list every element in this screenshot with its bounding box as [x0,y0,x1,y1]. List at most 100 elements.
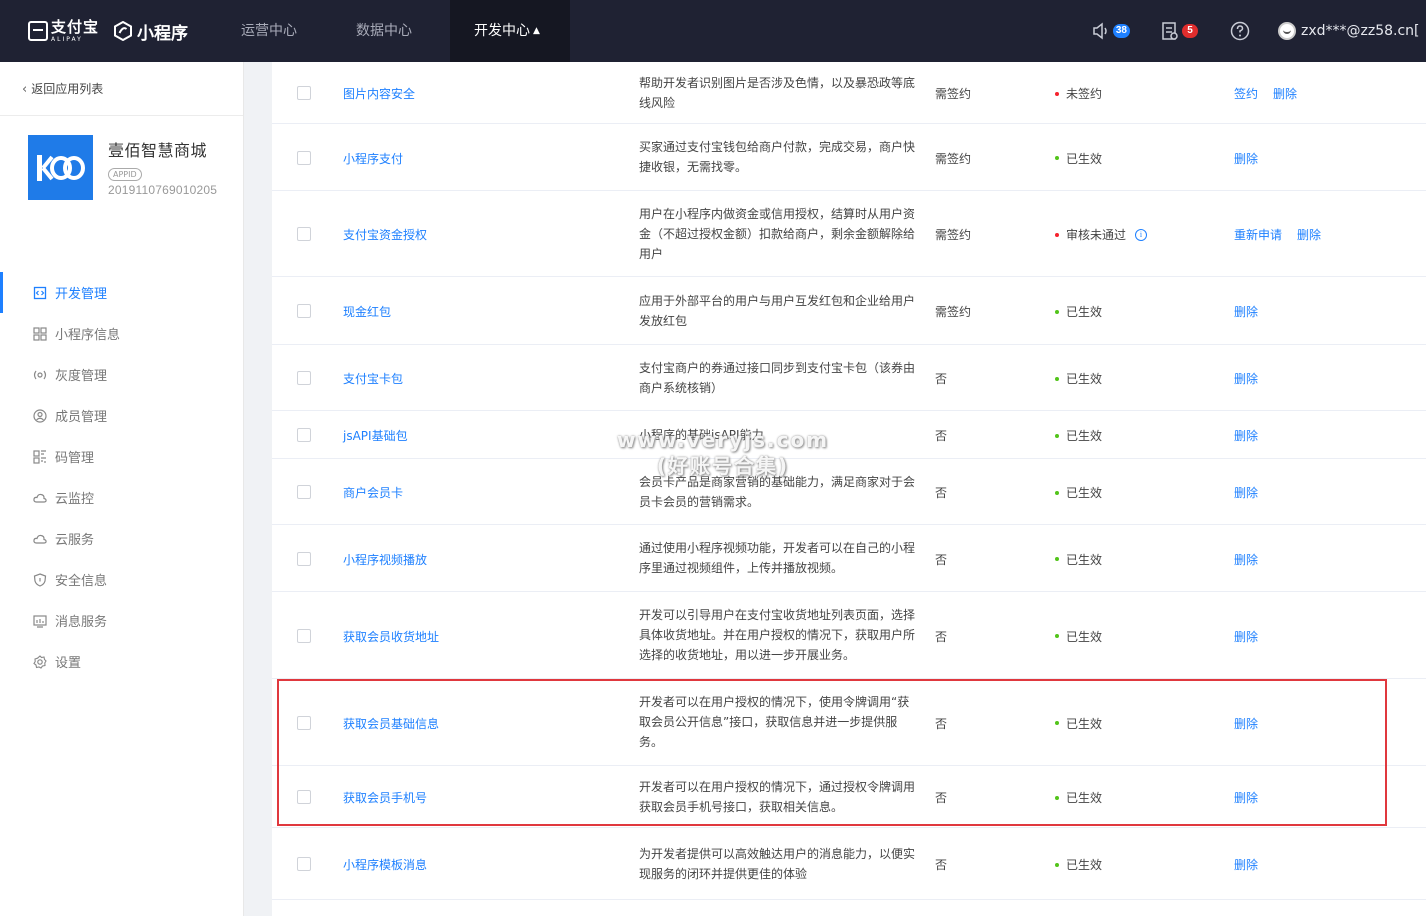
action-link[interactable]: 删除 [1234,370,1258,387]
brand[interactable]: 支付宝 ALIPAY 小程序 [0,0,222,62]
capability-name-link[interactable]: 小程序支付 [343,150,403,167]
capability-name-link[interactable]: 获取会员手机号 [343,789,427,806]
sidebar-item-label: 灰度管理 [55,369,108,384]
capability-name-link[interactable]: 获取会员基础信息 [343,715,439,732]
notifications-button[interactable]: 38 [1091,21,1130,41]
action-link[interactable]: 签约 [1234,85,1258,102]
sidebar-item-2[interactable]: 灰度管理 [0,354,243,395]
help-button[interactable] [1230,21,1250,41]
action-link[interactable]: 删除 [1234,628,1258,645]
row-checkbox[interactable] [297,150,311,165]
nav-item-2[interactable]: 开发中心 ▲ [450,0,570,62]
sidebar-item-label: 云监控 [55,492,95,507]
nav-item-label: 运营中心 [241,23,297,39]
action-link[interactable]: 删除 [1234,856,1258,873]
row-checkbox[interactable] [297,715,311,730]
document-icon [1162,22,1178,40]
capability-name-link[interactable]: 图片内容安全 [343,85,415,102]
table-row: jsAPI基础包 小程序的基础jsAPI能力 否 已生效 删除 [272,411,1426,459]
row-checkbox[interactable] [297,428,311,442]
sidebar-item-8[interactable]: 消息服务 [0,600,243,641]
contract-required: 需签约 [935,228,972,242]
sidebar-item-7[interactable]: 安全信息 [0,559,243,600]
table-row: 获取会员收货地址 开发可以引导用户在支付宝收货地址列表页面，选择具体收货地址。并在… [272,592,1426,679]
capability-name-link[interactable]: 小程序模板消息 [343,856,427,873]
action-link[interactable]: 重新申请 [1234,226,1282,243]
status-text: 已生效 [1066,858,1103,872]
status-badge: 已生效 [1055,484,1102,501]
sidebar-item-1[interactable]: 小程序信息 [0,313,243,354]
alipay-logo: 支付宝 ALIPAY [28,19,99,43]
sidebar-item-3[interactable]: 成员管理 [0,395,243,436]
sidebar-item-0[interactable]: 开发管理 [0,272,243,313]
message-count-badge: 5 [1182,24,1198,38]
back-to-app-list-link[interactable]: ‹ 返回应用列表 [0,62,243,116]
sidebar-item-5[interactable]: 云监控 [0,477,243,518]
row-checkbox[interactable] [297,551,311,566]
action-link[interactable]: 删除 [1234,427,1258,444]
capability-name-link[interactable]: 小程序视频播放 [343,551,427,568]
contract-required: 否 [935,858,948,872]
row-checkbox[interactable] [297,628,311,643]
messages-button[interactable]: 5 [1160,21,1198,41]
nav-item-label: 开发中心 [474,23,530,39]
row-checkbox[interactable] [297,227,311,241]
sidebar-item-6[interactable]: 云服务 [0,518,243,559]
row-checkbox[interactable] [297,857,311,871]
status-badge: 已生效 [1055,427,1102,444]
action-link[interactable]: 删除 [1234,789,1258,806]
action-link[interactable]: 删除 [1234,484,1258,501]
contract-required: 需签约 [935,87,972,101]
capability-name-link[interactable]: 现金红包 [343,303,391,320]
contract-required: 需签约 [935,305,972,319]
action-link[interactable]: 删除 [1273,85,1297,102]
row-actions: 删除 [1234,484,1258,501]
status-text: 已生效 [1066,716,1103,731]
table-row: 商户会员卡 会员卡产品是商家营销的基础能力，满足商家对于会员卡会员的营销需求。 否 已… [272,459,1426,525]
status-badge: 已生效 [1055,715,1102,732]
user-menu[interactable]: zxd***@zz58.cn[ [1278,22,1426,40]
capability-description: 用户在小程序内做资金或信用授权，结算时从用户资金（不超过授权金额）扣款给商户，剩… [639,206,916,261]
cloud-icon [33,493,47,503]
status-badge: 审核未通过 i [1055,226,1148,243]
capability-name-link[interactable]: 支付宝资金授权 [343,226,427,243]
sidebar-item-9[interactable]: 设置 [0,641,243,682]
contract-required: 否 [935,552,948,567]
capability-description: 小程序的基础jsAPI能力 [639,427,764,442]
alipay-logo-subtext: ALIPAY [51,35,83,43]
capability-name-link[interactable]: jsAPI基础包 [343,427,408,444]
status-text: 已生效 [1066,629,1103,644]
status-dot-icon [1055,309,1059,314]
sidebar-item-label: 设置 [55,656,82,671]
row-checkbox[interactable] [297,304,311,318]
row-checkbox[interactable] [297,86,311,100]
nav-item-1[interactable]: 数据中心 [335,0,433,62]
row-checkbox[interactable] [297,790,311,804]
chevron-left-icon: ‹ [22,82,28,97]
nav-item-0[interactable]: 运营中心 [220,0,318,62]
sidebar-item-label: 安全信息 [55,574,108,589]
capability-description: 支付宝商户的券通过接口同步到支付宝卡包（该券由商户系统核销） [639,360,916,395]
sidebar-item-4[interactable]: 码管理 [0,436,243,477]
capability-name-link[interactable]: 获取会员收货地址 [343,628,439,645]
action-link[interactable]: 删除 [1234,715,1258,732]
product-name: 小程序 [137,23,189,44]
capability-description: 买家通过支付宝钱包给商户付款，完成交易，商户快捷收银，无需找零。 [639,140,916,174]
capability-name-link[interactable]: 商户会员卡 [343,484,403,501]
contract-required: 否 [935,791,948,805]
capability-table: 图片内容安全 帮助开发者识别图片是否涉及色情，以及暴恐政等底线风险 需签约 未签约 签约… [272,62,1426,916]
status-badge: 已生效 [1055,370,1102,387]
action-link[interactable]: 删除 [1234,551,1258,568]
capability-name-link[interactable]: 支付宝卡包 [343,370,403,387]
row-checkbox[interactable] [297,485,311,499]
capability-description: 开发者可以在用户授权的情况下，使用令牌调用“获取会员公开信息”接口，获取信息并进… [639,695,910,749]
status-text: 未签约 [1066,87,1103,101]
action-link[interactable]: 删除 [1234,150,1258,167]
row-checkbox[interactable] [297,371,311,385]
status-badge: 已生效 [1055,150,1102,167]
action-link[interactable]: 删除 [1297,226,1321,243]
capability-description: 通过使用小程序视频功能，开发者可以在自己的小程序里通过视频组件，上传并播放视频。 [639,541,916,575]
info-icon[interactable]: i [1135,228,1148,241]
action-link[interactable]: 删除 [1234,303,1258,320]
app-name: 壹佰智慧商城 [108,141,208,160]
